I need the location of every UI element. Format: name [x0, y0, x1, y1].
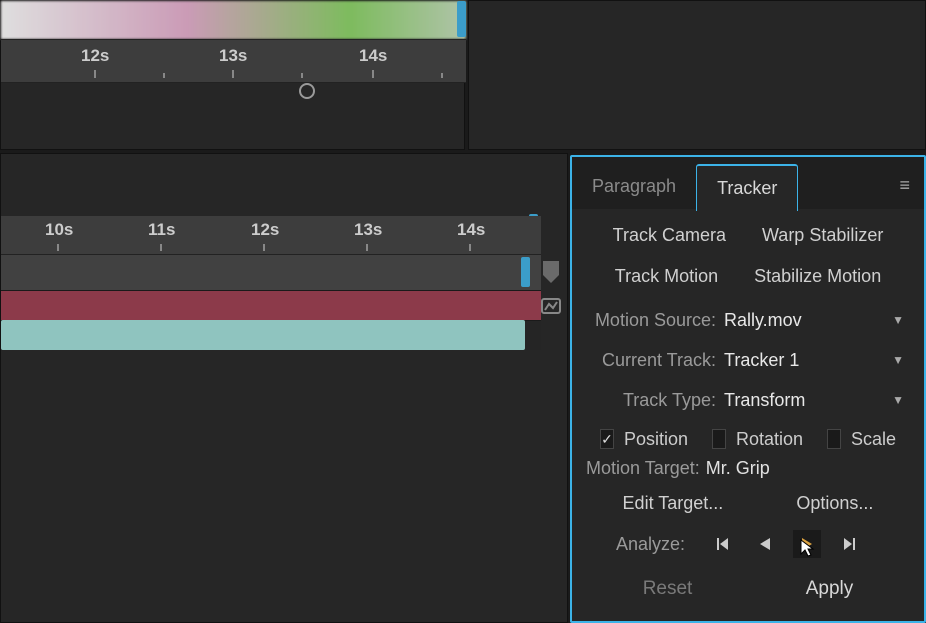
motion-source-label: Motion Source: — [586, 310, 724, 331]
analyze-step-forward-button[interactable] — [835, 530, 863, 558]
panel-menu-icon[interactable]: ≡ — [899, 175, 910, 196]
rotation-checkbox[interactable] — [712, 429, 726, 449]
work-area-end-handle[interactable] — [457, 1, 466, 37]
time-indicator-icon[interactable] — [299, 83, 315, 99]
ruler-mark — [263, 244, 265, 251]
position-checkbox[interactable]: ✓ — [600, 429, 614, 449]
timeline-panel: 10s 11s 12s 13s 14s — [0, 153, 568, 623]
ruler-mark — [366, 244, 368, 251]
apply-button[interactable]: Apply — [778, 572, 882, 606]
track-type-label: Track Type: — [586, 390, 724, 411]
motion-source-dropdown[interactable]: Rally.mov — [724, 310, 892, 331]
tab-paragraph[interactable]: Paragraph — [572, 164, 696, 209]
ruler-mark — [301, 73, 303, 78]
ruler-tick: 12s — [81, 46, 109, 66]
link-icon[interactable] — [539, 294, 563, 318]
empty-panel — [468, 0, 926, 150]
panel-tabs: Paragraph Tracker ≡ — [572, 157, 924, 209]
ruler-mark — [372, 70, 374, 78]
stabilize-motion-button[interactable]: Stabilize Motion — [746, 262, 889, 291]
preview-ruler[interactable]: 12s 13s 14s — [1, 39, 466, 83]
options-button[interactable]: Options... — [796, 493, 873, 514]
warp-stabilizer-button[interactable]: Warp Stabilizer — [754, 221, 891, 250]
chevron-down-icon[interactable]: ▼ — [892, 393, 904, 407]
ruler-mark — [232, 70, 234, 78]
position-label: Position — [624, 429, 688, 450]
rotation-label: Rotation — [736, 429, 803, 450]
analyze-forward-button[interactable] — [793, 530, 821, 558]
marker-icon[interactable] — [539, 257, 563, 285]
current-track-dropdown[interactable]: Tracker 1 — [724, 350, 892, 371]
analyze-back-button[interactable] — [751, 530, 779, 558]
chevron-down-icon[interactable]: ▼ — [892, 353, 904, 367]
analyze-step-back-button[interactable] — [709, 530, 737, 558]
ruler-mark — [94, 70, 96, 78]
ruler-tick: 10s — [45, 220, 73, 240]
tab-tracker[interactable]: Tracker — [696, 164, 798, 211]
motion-target-label: Motion Target: — [586, 458, 700, 479]
ruler-tick: 14s — [359, 46, 387, 66]
reset-button[interactable]: Reset — [615, 572, 721, 606]
ruler-mark — [441, 73, 443, 78]
ruler-mark — [163, 73, 165, 78]
scale-checkbox[interactable] — [827, 429, 841, 449]
motion-target-value: Mr. Grip — [706, 458, 770, 479]
analyze-label: Analyze: — [616, 534, 685, 555]
ruler-tick: 12s — [251, 220, 279, 240]
ruler-tick: 14s — [457, 220, 485, 240]
timeline-ruler[interactable]: 10s 11s 12s 13s 14s — [1, 216, 541, 254]
edit-target-button[interactable]: Edit Target... — [623, 493, 724, 514]
layer-bar-2[interactable] — [1, 320, 525, 350]
track-type-dropdown[interactable]: Transform — [724, 390, 892, 411]
scale-label: Scale — [851, 429, 896, 450]
ruler-mark — [160, 244, 162, 251]
current-track-label: Current Track: — [586, 350, 724, 371]
chevron-down-icon[interactable]: ▼ — [892, 313, 904, 327]
ruler-tick: 13s — [354, 220, 382, 240]
ruler-tick: 11s — [148, 220, 175, 240]
ruler-mark — [57, 244, 59, 251]
preview-framebuffer — [1, 1, 466, 39]
layer-bar-1[interactable] — [1, 290, 541, 320]
preview-panel: 12s 13s 14s — [0, 0, 465, 150]
work-area-bar[interactable] — [1, 254, 541, 290]
work-area-handle[interactable] — [521, 257, 530, 287]
ruler-mark — [469, 244, 471, 251]
tracker-panel: Paragraph Tracker ≡ Track Camera Warp St… — [570, 155, 926, 623]
tracker-body: Track Camera Warp Stabilizer Track Motio… — [572, 209, 924, 618]
ruler-tick: 13s — [219, 46, 247, 66]
track-camera-button[interactable]: Track Camera — [605, 221, 734, 250]
track-motion-button[interactable]: Track Motion — [607, 262, 726, 291]
